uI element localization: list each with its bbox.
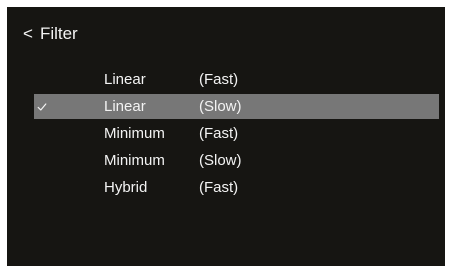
filter-speed: (Fast) bbox=[199, 179, 239, 196]
filter-option-hybrid-fast[interactable]: Hybrid (Fast) bbox=[34, 175, 439, 200]
filter-speed: (Fast) bbox=[199, 125, 239, 142]
back-button[interactable]: < Filter bbox=[23, 23, 78, 45]
check-icon bbox=[35, 94, 49, 119]
filter-option-minimum-slow[interactable]: Minimum (Slow) bbox=[34, 148, 439, 173]
filter-name: Minimum bbox=[104, 125, 165, 142]
filter-speed: (Fast) bbox=[199, 71, 239, 88]
filter-speed: (Slow) bbox=[199, 152, 242, 169]
empty-check-slot bbox=[35, 67, 49, 92]
filter-name: Linear bbox=[104, 71, 146, 88]
chevron-left-icon: < bbox=[23, 24, 33, 43]
filter-option-linear-fast[interactable]: Linear (Fast) bbox=[34, 67, 439, 92]
filter-screen: < Filter Linear (Fast) Linear (Slow) Min… bbox=[7, 7, 445, 266]
empty-check-slot bbox=[35, 175, 49, 200]
filter-option-minimum-fast[interactable]: Minimum (Fast) bbox=[34, 121, 439, 146]
filter-speed: (Slow) bbox=[199, 98, 242, 115]
filter-name: Minimum bbox=[104, 152, 165, 169]
empty-check-slot bbox=[35, 148, 49, 173]
empty-check-slot bbox=[35, 121, 49, 146]
filter-option-linear-slow[interactable]: Linear (Slow) bbox=[34, 94, 439, 119]
filter-name: Hybrid bbox=[104, 179, 148, 196]
page-title: Filter bbox=[39, 24, 78, 43]
filter-list: Linear (Fast) Linear (Slow) Minimum (Fas… bbox=[34, 67, 439, 202]
filter-name: Linear bbox=[104, 98, 146, 115]
